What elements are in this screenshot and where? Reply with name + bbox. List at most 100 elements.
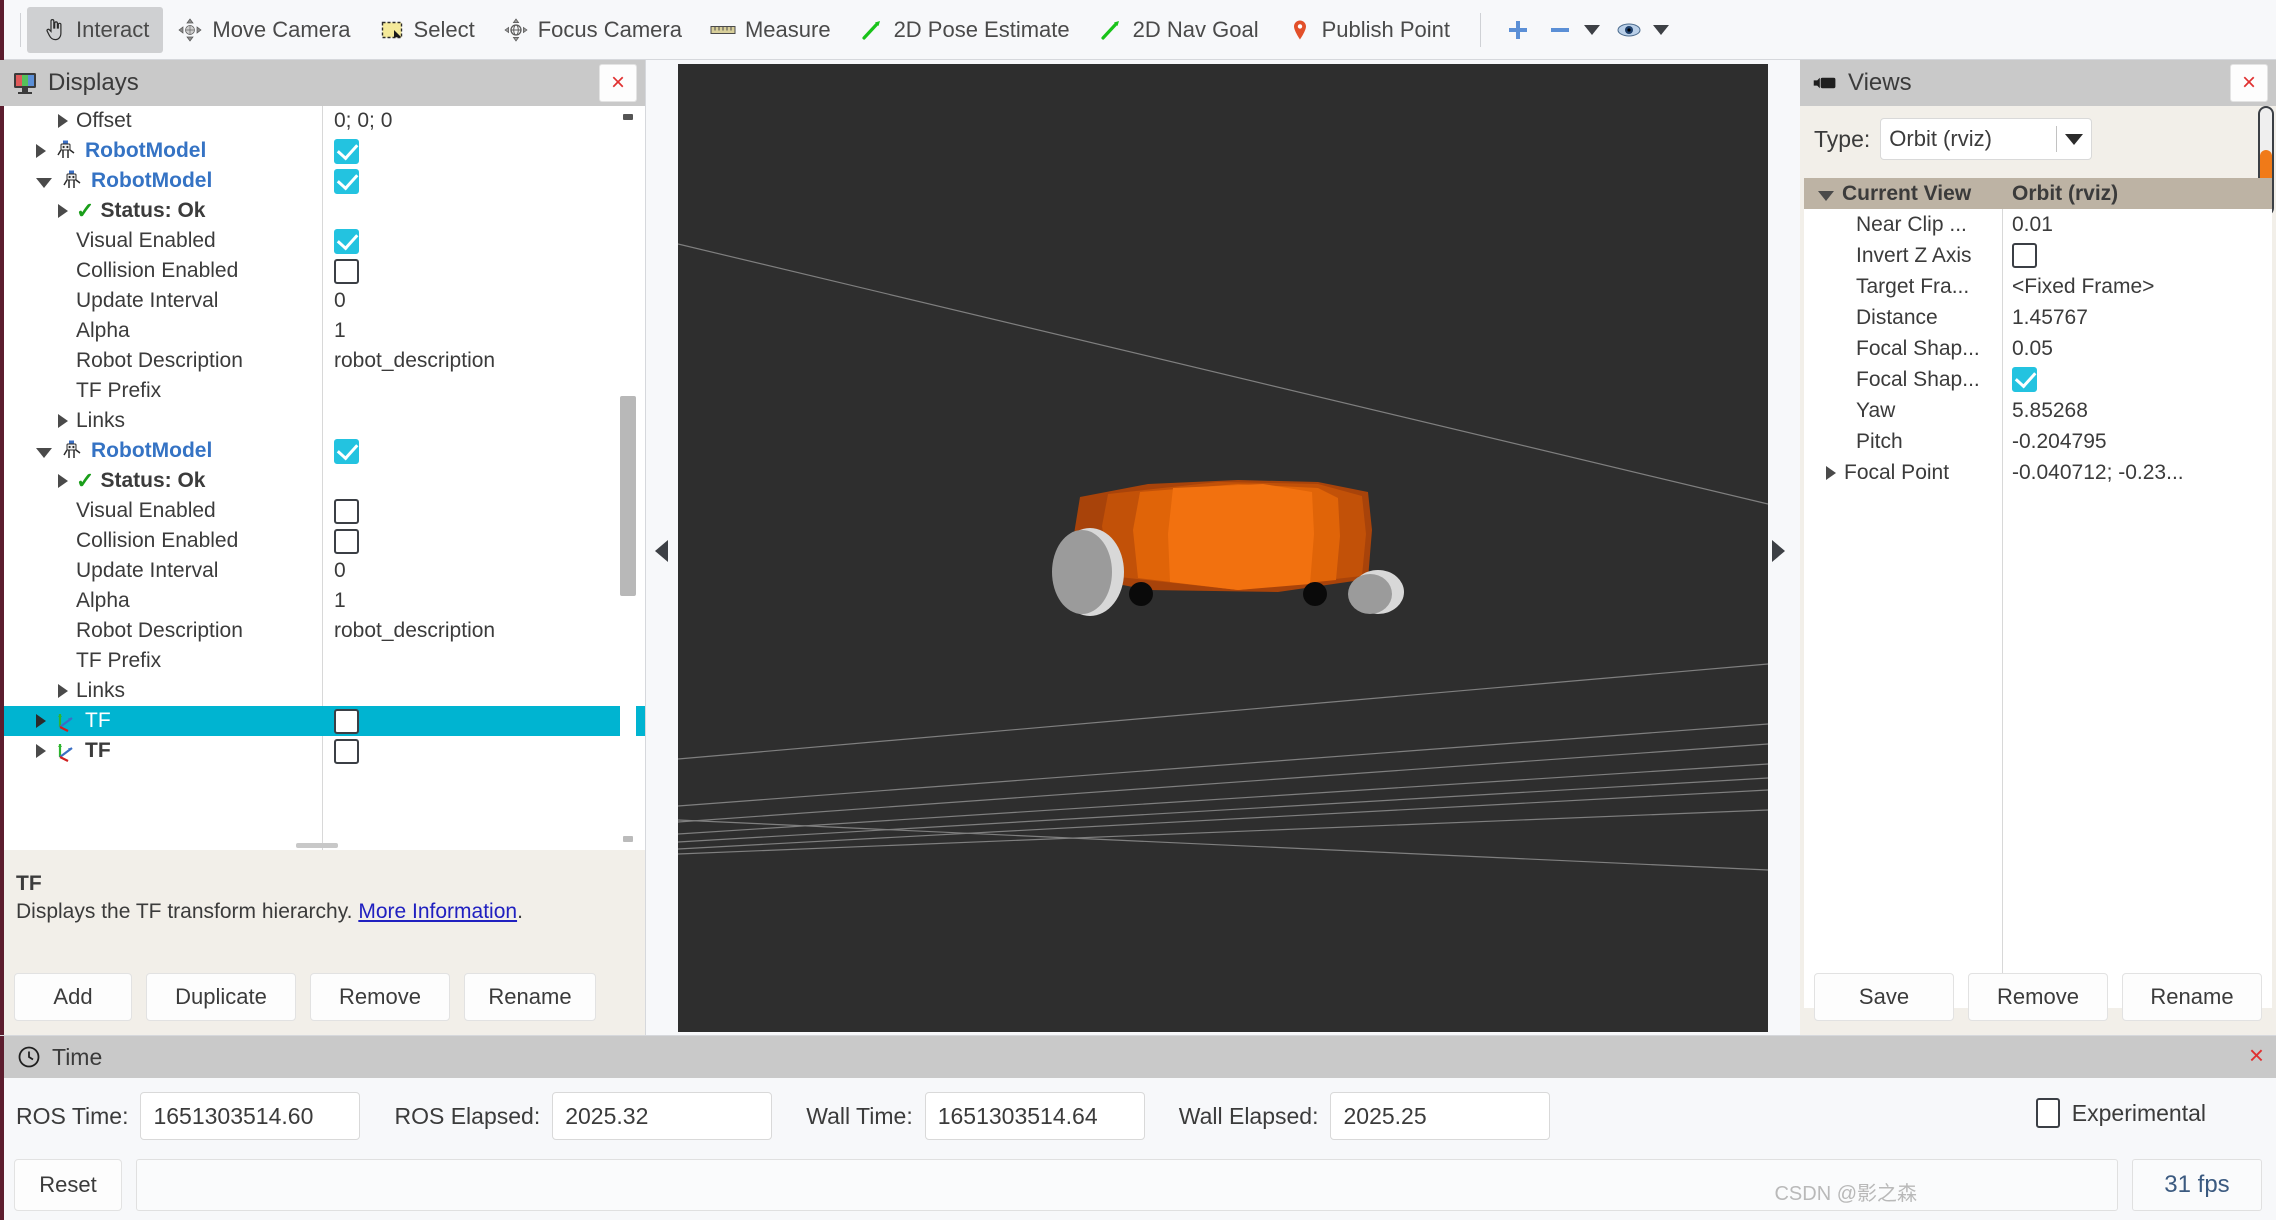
display-row-robot-description[interactable]: Robot Description robot_description bbox=[4, 616, 645, 646]
rename-view-button[interactable]: Rename bbox=[2122, 973, 2262, 1021]
display-row-alpha[interactable]: Alpha 1 bbox=[4, 316, 645, 346]
expand-arrow-closed-icon[interactable] bbox=[1826, 465, 1836, 480]
tool-move-camera[interactable]: Move Camera bbox=[163, 7, 364, 53]
display-row-update-interval[interactable]: Update Interval 0 bbox=[4, 556, 645, 586]
views-row-value[interactable]: -0.204795 bbox=[2012, 426, 2107, 457]
remove-button[interactable]: Remove bbox=[310, 973, 450, 1021]
views-row-target-fra[interactable]: Target Fra... <Fixed Frame> bbox=[1804, 271, 2272, 302]
tool-2d-nav-goal[interactable]: 2D Nav Goal bbox=[1084, 7, 1273, 53]
display-row-robot-description[interactable]: Robot Description robot_description bbox=[4, 346, 645, 376]
display-enabled-checkbox[interactable] bbox=[334, 258, 359, 284]
expand-arrow-closed-icon[interactable] bbox=[58, 474, 68, 488]
views-row-value[interactable]: 5.85268 bbox=[2012, 395, 2088, 426]
display-row-robotmodel[interactable]: RobotModel bbox=[4, 436, 645, 466]
display-enabled-checkbox[interactable] bbox=[334, 738, 359, 764]
views-type-select[interactable]: Orbit (rviz) bbox=[1880, 118, 2093, 160]
tool-interact[interactable]: Interact bbox=[27, 6, 164, 53]
views-row-value[interactable]: 1.45767 bbox=[2012, 302, 2088, 333]
reset-button[interactable]: Reset bbox=[14, 1159, 122, 1211]
views-properties-tree[interactable]: Current View Orbit (rviz) Near Clip ... 0.0… bbox=[1804, 178, 2272, 1008]
display-enabled-checkbox[interactable] bbox=[334, 168, 359, 194]
expand-arrow-closed-icon[interactable] bbox=[58, 114, 68, 128]
wall-time-input[interactable]: 1651303514.64 bbox=[924, 1092, 1145, 1140]
display-row-status-ok[interactable]: ✓ Status: Ok bbox=[4, 196, 645, 226]
expand-arrow-closed-icon[interactable] bbox=[58, 414, 68, 428]
views-row-value[interactable]: 0.05 bbox=[2012, 333, 2053, 364]
expand-arrow-open-icon[interactable] bbox=[36, 178, 52, 188]
views-value-checkbox[interactable] bbox=[2012, 367, 2037, 392]
views-row-yaw[interactable]: Yaw 5.85268 bbox=[1804, 395, 2272, 426]
tool-focus-camera[interactable]: Focus Camera bbox=[489, 7, 696, 53]
duplicate-button[interactable]: Duplicate bbox=[146, 973, 296, 1021]
display-row-value[interactable]: 0 bbox=[334, 286, 346, 316]
scroll-up-icon[interactable] bbox=[623, 114, 633, 120]
display-row-tf[interactable]: TF bbox=[4, 706, 645, 736]
experimental-checkbox[interactable] bbox=[2035, 1098, 2060, 1128]
display-row-tf-prefix[interactable]: TF Prefix bbox=[4, 646, 645, 676]
expand-arrow-closed-icon[interactable] bbox=[58, 204, 68, 218]
views-row-focal-shap[interactable]: Focal Shap... bbox=[1804, 364, 2272, 395]
3d-viewport[interactable] bbox=[678, 64, 1768, 1032]
display-row-visual-enabled[interactable]: Visual Enabled bbox=[4, 226, 645, 256]
display-row-tf-prefix[interactable]: TF Prefix bbox=[4, 376, 645, 406]
views-value-checkbox[interactable] bbox=[2012, 243, 2037, 268]
display-row-value[interactable]: robot_description bbox=[334, 346, 495, 376]
display-row-value[interactable]: 1 bbox=[334, 316, 346, 346]
displays-tree[interactable]: Offset 0; 0; 0 RobotModel RobotModel ✓ Status… bbox=[4, 106, 645, 850]
views-row-distance[interactable]: Distance 1.45767 bbox=[1804, 302, 2272, 333]
chevron-down-icon[interactable] bbox=[1584, 24, 1601, 35]
collapse-left-arrow-icon[interactable] bbox=[655, 540, 668, 562]
displays-scrollbar-thumb[interactable] bbox=[620, 396, 636, 596]
display-enabled-checkbox[interactable] bbox=[334, 438, 359, 464]
expand-arrow-closed-icon[interactable] bbox=[58, 684, 68, 698]
save-view-button[interactable]: Save bbox=[1814, 973, 1954, 1021]
views-row-value[interactable]: 0.01 bbox=[2012, 209, 2053, 240]
display-row-value[interactable]: 1 bbox=[334, 586, 346, 616]
display-row-collision-enabled[interactable]: Collision Enabled bbox=[4, 526, 645, 556]
views-row-value[interactable]: -0.040712; -0.23... bbox=[2012, 457, 2184, 488]
rename-button[interactable]: Rename bbox=[464, 973, 596, 1021]
display-enabled-checkbox[interactable] bbox=[334, 708, 359, 734]
displays-close-button[interactable]: × bbox=[599, 64, 637, 102]
display-row-robotmodel[interactable]: RobotModel bbox=[4, 166, 645, 196]
display-row-links[interactable]: Links bbox=[4, 406, 645, 436]
display-row-status-ok[interactable]: ✓ Status: Ok bbox=[4, 466, 645, 496]
views-close-button[interactable]: × bbox=[2230, 64, 2268, 102]
views-row-value[interactable] bbox=[2012, 364, 2037, 395]
display-enabled-checkbox[interactable] bbox=[334, 138, 359, 164]
expand-arrow-closed-icon[interactable] bbox=[36, 714, 46, 728]
display-row-value[interactable]: 0; 0; 0 bbox=[334, 106, 392, 136]
views-row-focal-point[interactable]: Focal Point -0.040712; -0.23... bbox=[1804, 457, 2272, 488]
remove-display-button[interactable] bbox=[1539, 7, 1608, 53]
add-display-button[interactable] bbox=[1497, 7, 1539, 53]
wall-elapsed-input[interactable]: 2025.25 bbox=[1330, 1092, 1551, 1140]
views-row-focal-shap[interactable]: Focal Shap... 0.05 bbox=[1804, 333, 2272, 364]
display-row-links[interactable]: Links bbox=[4, 676, 645, 706]
expand-arrow-open-icon[interactable] bbox=[36, 448, 52, 458]
expand-arrow-closed-icon[interactable] bbox=[36, 144, 46, 158]
display-row-visual-enabled[interactable]: Visual Enabled bbox=[4, 496, 645, 526]
display-enabled-checkbox[interactable] bbox=[334, 228, 359, 254]
experimental-toggle[interactable]: Experimental bbox=[2035, 1098, 2206, 1128]
ros-elapsed-input[interactable]: 2025.32 bbox=[552, 1092, 773, 1140]
display-row-collision-enabled[interactable]: Collision Enabled bbox=[4, 256, 645, 286]
tool-publish-point[interactable]: Publish Point bbox=[1273, 7, 1464, 53]
views-row-value[interactable] bbox=[2012, 240, 2037, 271]
views-row-near-clip[interactable]: Near Clip ... 0.01 bbox=[1804, 209, 2272, 240]
views-current-view-header[interactable]: Current View Orbit (rviz) bbox=[1804, 178, 2272, 209]
tool-measure[interactable]: Measure bbox=[696, 7, 845, 53]
views-row-invert-z-axis[interactable]: Invert Z Axis bbox=[1804, 240, 2272, 271]
scroll-down-icon[interactable] bbox=[623, 836, 633, 842]
display-row-value[interactable]: robot_description bbox=[334, 616, 495, 646]
add-button[interactable]: Add bbox=[14, 973, 132, 1021]
expand-arrow-open-icon[interactable] bbox=[1818, 190, 1834, 201]
views-row-pitch[interactable]: Pitch -0.204795 bbox=[1804, 426, 2272, 457]
ros-time-input[interactable]: 1651303514.60 bbox=[140, 1092, 361, 1140]
tool-select[interactable]: Select bbox=[365, 7, 489, 53]
display-enabled-checkbox[interactable] bbox=[334, 498, 359, 524]
display-row-alpha[interactable]: Alpha 1 bbox=[4, 586, 645, 616]
expand-arrow-closed-icon[interactable] bbox=[36, 744, 46, 758]
display-row-offset[interactable]: Offset 0; 0; 0 bbox=[4, 106, 645, 136]
display-row-update-interval[interactable]: Update Interval 0 bbox=[4, 286, 645, 316]
collapse-right-arrow-icon[interactable] bbox=[1772, 540, 1785, 562]
